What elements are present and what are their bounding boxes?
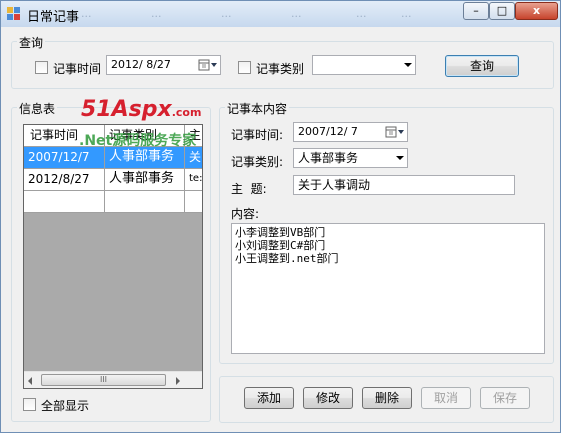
- detail-category-select[interactable]: 人事部事务: [293, 148, 408, 168]
- scroll-thumb[interactable]: III: [41, 374, 166, 386]
- category-filter-select[interactable]: [312, 55, 416, 75]
- scroll-left-icon[interactable]: [28, 377, 32, 385]
- minimize-button[interactable]: –: [463, 2, 489, 20]
- cell-subject: 关: [185, 147, 202, 169]
- show-all-checkbox[interactable]: [23, 398, 36, 411]
- delete-button[interactable]: 删除: [362, 387, 412, 409]
- cell-empty: [185, 191, 202, 213]
- detail-date-value: 2007/12/ 7: [298, 125, 358, 138]
- ghost-menu-item: ...: [401, 7, 412, 20]
- window-title: 日常记事: [27, 10, 80, 25]
- chevron-down-icon: [396, 156, 404, 160]
- main-window: 日常记事 ... ... ... ... ... ... – □ x 查询 记事…: [0, 0, 561, 433]
- category-filter-label: 记事类别: [256, 62, 305, 76]
- column-header-category[interactable]: 记事类别: [105, 125, 185, 147]
- date-filter-label: 记事时间: [53, 62, 102, 76]
- category-filter-checkbox[interactable]: [238, 61, 251, 74]
- add-button[interactable]: 添加: [244, 387, 294, 409]
- detail-group-label: 记事本内容: [225, 100, 290, 117]
- detail-category-value: 人事部事务: [298, 151, 359, 165]
- subject-input[interactable]: 关于人事调动: [293, 175, 515, 195]
- horizontal-scrollbar[interactable]: III: [24, 371, 202, 388]
- cancel-button[interactable]: 取消: [421, 387, 471, 409]
- close-button[interactable]: x: [515, 2, 558, 20]
- ghost-menu-item: ...: [291, 7, 302, 20]
- cell-empty: [105, 191, 185, 213]
- detail-date-label: 记事时间:: [231, 128, 284, 142]
- ghost-menu-item: ...: [221, 7, 232, 20]
- cell-date: 2007/12/7: [24, 147, 105, 169]
- ghost-menu-item: ...: [81, 7, 92, 20]
- query-group-label: 查询: [17, 34, 46, 51]
- cell-category: 人事部事务: [105, 147, 185, 169]
- client-area: 查询 记事时间 2012/ 8/27 记事类别 查询 信息表 记事时间 记事类别…: [5, 27, 556, 429]
- chevron-down-icon: [404, 63, 412, 67]
- maximize-button[interactable]: □: [489, 2, 515, 20]
- grid-header: 记事时间 记事类别 主: [24, 125, 202, 147]
- content-textarea[interactable]: 小李调整到VB部门 小刘调整到C#部门 小王调整到.net部门: [231, 223, 545, 354]
- save-button[interactable]: 保存: [480, 387, 530, 409]
- detail-category-label: 记事类别:: [231, 155, 284, 169]
- table-row[interactable]: 2012/8/27 人事部事务 te:: [24, 169, 202, 191]
- search-button[interactable]: 查询: [445, 55, 519, 77]
- table-row[interactable]: 2007/12/7 人事部事务 关: [24, 147, 202, 169]
- app-icon: [7, 7, 21, 21]
- detail-subject-label: 主 题:: [231, 182, 267, 196]
- show-all-label: 全部显示: [41, 399, 90, 413]
- column-header-date[interactable]: 记事时间: [24, 125, 105, 147]
- cell-empty: [24, 191, 105, 213]
- date-filter-checkbox[interactable]: [35, 61, 48, 74]
- records-grid[interactable]: 记事时间 记事类别 主 2007/12/7 人事部事务 关 2012/8/27 …: [23, 124, 203, 389]
- cell-date: 2012/8/27: [24, 169, 105, 191]
- info-table-group-label: 信息表: [17, 100, 58, 117]
- calendar-dropdown-icon[interactable]: [197, 57, 219, 73]
- cell-category: 人事部事务: [105, 169, 185, 191]
- new-row[interactable]: [24, 191, 202, 213]
- ghost-menu-item: ...: [151, 7, 162, 20]
- title-bar[interactable]: 日常记事 ... ... ... ... ... ... – □ x: [1, 1, 560, 27]
- cell-subject: te:: [185, 169, 202, 191]
- detail-content-label: 内容:: [231, 207, 260, 221]
- scroll-right-icon[interactable]: [176, 377, 180, 385]
- ghost-menu-item: ...: [356, 7, 367, 20]
- edit-button[interactable]: 修改: [303, 387, 353, 409]
- date-filter-picker[interactable]: 2012/ 8/27: [106, 55, 221, 75]
- calendar-dropdown-icon[interactable]: [384, 124, 406, 140]
- detail-date-picker[interactable]: 2007/12/ 7: [293, 122, 408, 142]
- date-filter-value: 2012/ 8/27: [111, 58, 171, 71]
- column-header-subject[interactable]: 主: [185, 125, 202, 147]
